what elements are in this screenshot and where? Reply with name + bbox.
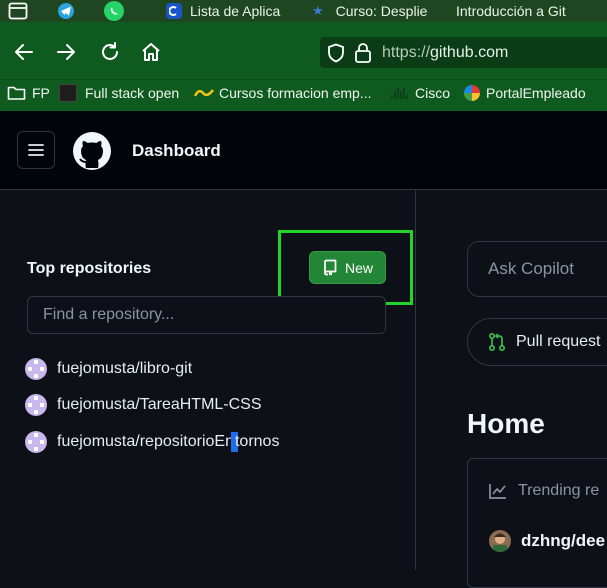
browser-tab-strip: Lista de Aplica ★ Curso: Desplie Introdu… — [0, 0, 607, 22]
avatar — [489, 530, 511, 552]
trending-card — [467, 458, 607, 588]
github-logo-icon[interactable] — [72, 131, 112, 171]
sidebar-toggle-icon — [8, 2, 28, 20]
repo-link[interactable]: fuejomusta/libro-git — [57, 360, 192, 378]
bookmark-portalempleado[interactable]: PortalEmpleado — [464, 83, 586, 103]
reload-button[interactable] — [96, 38, 124, 66]
bookmark-cisco[interactable]: Cisco — [390, 83, 450, 103]
repo-link-part: tornos — [234, 433, 280, 451]
repo-link[interactable]: fuejomusta/repositorioEntornos — [57, 432, 279, 452]
tab-introduccion-git[interactable]: Introducción a Git — [456, 0, 566, 22]
tab-curso-despliegue[interactable]: ★ Curso: Desplie — [312, 0, 427, 22]
top-repositories-heading: Top repositories — [27, 260, 152, 277]
page-title: Dashboard — [132, 141, 221, 160]
tab-label: Curso: Desplie — [335, 3, 428, 19]
pull-request-icon — [488, 332, 506, 352]
url-prefix: https:// — [382, 44, 431, 61]
bookmark-label: Cisco — [415, 85, 451, 101]
avatar — [25, 394, 47, 416]
tab-lista-aplicaciones[interactable]: Lista de Aplica — [166, 0, 280, 22]
folder-icon — [7, 86, 26, 100]
home-icon — [142, 43, 160, 61]
cisco-icon — [391, 88, 408, 99]
cursos-icon — [194, 89, 214, 97]
tab-telegram[interactable] — [58, 0, 74, 22]
new-repository-button[interactable]: New — [309, 251, 386, 284]
url-domain: github.com — [430, 44, 509, 61]
repo-item[interactable]: fuejomusta/libro-git — [25, 357, 192, 381]
tab-sidebar-toggle[interactable] — [8, 0, 28, 22]
bookmark-label: Cursos formacion emp... — [219, 85, 372, 101]
home-button[interactable] — [137, 38, 165, 66]
home-heading: Home — [467, 408, 545, 439]
pull-requests-label: Pull request — [516, 333, 601, 350]
repo-icon — [324, 259, 337, 276]
bookmark-label: PortalEmpleado — [486, 85, 586, 101]
graph-icon — [489, 484, 506, 499]
app-list-icon — [166, 3, 182, 19]
avatar — [25, 358, 47, 380]
trending-repo[interactable]: dzhng/dee — [489, 530, 605, 552]
pull-requests-button[interactable]: Pull request — [467, 318, 607, 366]
trending-repo-name[interactable]: dzhng/dee — [521, 531, 605, 551]
whatsapp-icon — [104, 1, 124, 21]
new-button-label: New — [344, 259, 373, 276]
bookmark-fp[interactable]: FP — [7, 83, 50, 103]
bookmark-fullstack[interactable]: Full stack open — [59, 83, 179, 103]
fullstack-icon — [59, 84, 77, 102]
bookmark-cursos[interactable]: Cursos formacion emp... — [194, 83, 372, 103]
star-icon: ★ — [312, 3, 324, 18]
ask-copilot-input[interactable]: Ask Copilot — [467, 241, 607, 297]
find-repository-input[interactable] — [27, 296, 386, 334]
back-button[interactable] — [10, 38, 38, 66]
forward-button[interactable] — [52, 38, 80, 66]
lock-icon[interactable] — [354, 42, 372, 69]
arrow-right-icon — [57, 44, 75, 60]
trending-header: Trending re — [488, 482, 599, 500]
repo-link[interactable]: fuejomusta/TareaHTML-CSS — [57, 396, 262, 414]
tab-label: Lista de Aplica — [190, 3, 281, 19]
avatar — [25, 431, 47, 453]
repo-item[interactable]: fuejomusta/TareaHTML-CSS — [25, 393, 262, 417]
repo-link-part: fuejomusta/repositorioEn — [57, 433, 234, 451]
tab-whatsapp[interactable] — [104, 0, 124, 22]
telegram-icon — [58, 3, 74, 19]
bookmark-label: Full stack open — [85, 85, 180, 101]
reload-icon — [102, 42, 118, 60]
url-text[interactable]: https://github.com — [382, 44, 508, 62]
menu-button[interactable] — [17, 131, 55, 169]
bookmark-label: FP — [32, 85, 50, 101]
trending-label: Trending re — [518, 482, 600, 499]
hamburger-icon — [28, 144, 44, 156]
portal-icon — [464, 85, 480, 101]
copilot-placeholder: Ask Copilot — [488, 259, 574, 278]
tab-label: Introducción a Git — [456, 3, 566, 19]
repo-item[interactable]: fuejomusta/repositorioEntornos — [25, 430, 279, 454]
arrow-left-icon — [15, 44, 33, 60]
shield-icon[interactable] — [326, 43, 346, 68]
